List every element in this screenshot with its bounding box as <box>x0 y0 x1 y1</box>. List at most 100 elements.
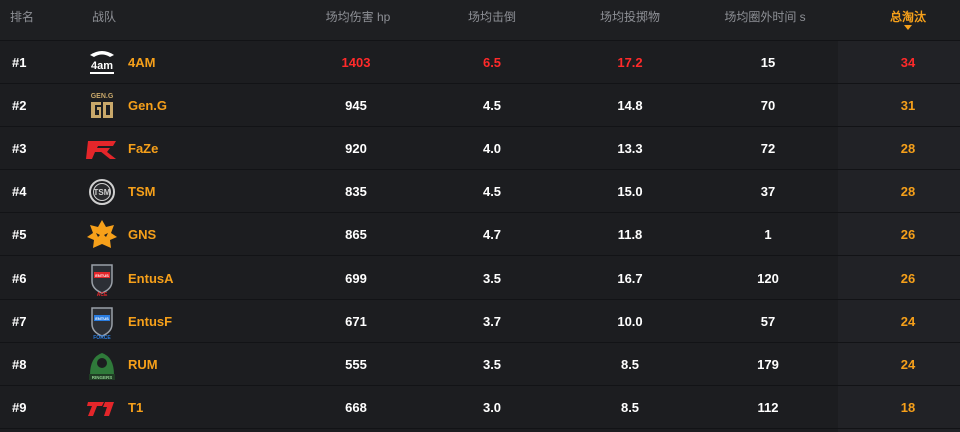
header-total-kills[interactable]: 总淘汰 <box>889 8 927 30</box>
rank-cell: #3 <box>12 141 27 157</box>
damage-cell: 555 <box>345 356 367 372</box>
kills-cell: 6.5 <box>482 55 502 70</box>
tsm-logo-icon: TSM <box>84 174 120 210</box>
kills-cell: 3.7 <box>482 313 502 329</box>
damage-cell: 671 <box>345 313 367 329</box>
team-name[interactable]: RUM <box>128 357 158 372</box>
team-name[interactable]: EntusA <box>128 271 174 286</box>
throws-cell: 17.2 <box>617 55 643 70</box>
header-kills[interactable]: 场均击倒 <box>468 8 516 25</box>
header-throws[interactable]: 场均投掷物 <box>600 8 660 25</box>
team-name[interactable]: Gen.G <box>128 98 167 113</box>
throws-cell: 13.3 <box>617 141 643 157</box>
damage-cell: 920 <box>345 141 367 157</box>
table-row[interactable]: #6 ENTUS ACE EntusA 699 3.5 16.7 120 26 <box>0 257 960 300</box>
svg-text:ENTUS: ENTUS <box>95 316 109 321</box>
rank-cell: #8 <box>12 356 27 372</box>
outside-time-cell: 1 <box>764 227 772 243</box>
damage-cell: 835 <box>345 184 367 200</box>
svg-text:GEN.G: GEN.G <box>91 93 114 100</box>
outside-time-cell: 37 <box>760 184 776 200</box>
t1-logo-icon <box>84 390 120 426</box>
throws-cell: 11.8 <box>617 227 643 243</box>
outside-time-cell: 15 <box>760 55 776 70</box>
throws-cell: 8.5 <box>620 356 640 372</box>
sort-desc-icon <box>903 25 912 30</box>
total-kills-cell: 18 <box>900 399 916 415</box>
total-kills-cell: 31 <box>900 98 916 114</box>
rank-cell: #9 <box>12 399 27 415</box>
rank-cell: #7 <box>12 313 27 329</box>
svg-text:RINGERS: RINGERS <box>92 375 113 380</box>
kills-cell: 4.7 <box>482 227 502 243</box>
header-outside-time[interactable]: 场均圈外时间 s <box>724 8 805 25</box>
damage-cell: 699 <box>345 270 367 286</box>
table-row[interactable]: #4 TSM TSM 835 4.5 15.0 37 28 <box>0 170 960 214</box>
team-stats-table: 排名 战队 场均伤害 hp 场均击倒 场均投掷物 场均圈外时间 s 总淘汰 #1… <box>0 0 960 432</box>
team-name[interactable]: TSM <box>128 184 155 199</box>
team-name[interactable]: T1 <box>128 400 143 415</box>
rum-logo-icon: RINGERS <box>84 347 120 383</box>
4am-logo-icon: 4am <box>84 45 120 81</box>
svg-text:TSM: TSM <box>94 188 111 197</box>
kills-cell: 4.0 <box>482 141 502 157</box>
kills-cell: 3.5 <box>482 270 502 286</box>
damage-cell: 1403 <box>341 55 371 70</box>
rank-cell: #1 <box>12 55 27 70</box>
outside-time-cell: 72 <box>760 141 776 157</box>
total-kills-cell: 26 <box>900 270 916 286</box>
kills-cell: 4.5 <box>482 98 502 114</box>
rank-cell: #5 <box>12 227 27 243</box>
geng-logo-icon: GEN.G <box>84 88 120 124</box>
total-kills-cell: 24 <box>900 356 916 372</box>
outside-time-cell: 112 <box>757 399 779 415</box>
outside-time-cell: 120 <box>757 270 779 286</box>
rank-cell: #6 <box>12 270 27 286</box>
team-name[interactable]: EntusF <box>128 314 172 329</box>
table-header: 排名 战队 场均伤害 hp 场均击倒 场均投掷物 场均圈外时间 s 总淘汰 <box>0 0 960 41</box>
total-kills-cell: 28 <box>900 141 916 157</box>
total-kills-cell: 26 <box>900 227 916 243</box>
total-kills-cell: 34 <box>900 55 916 70</box>
team-name[interactable]: 4AM <box>128 55 155 70</box>
team-name[interactable]: GNS <box>128 227 156 242</box>
entusa-logo-icon: ENTUS ACE <box>84 261 120 298</box>
svg-text:ACE: ACE <box>97 292 108 297</box>
total-kills-cell: 28 <box>900 184 916 200</box>
table-row[interactable]: #3 FaZe 920 4.0 13.3 72 28 <box>0 127 960 171</box>
throws-cell: 16.7 <box>617 270 643 286</box>
gns-logo-icon <box>84 217 120 253</box>
outside-time-cell: 179 <box>757 356 779 372</box>
rank-cell: #4 <box>12 184 27 200</box>
entusf-logo-icon: ENTUS FORCE <box>84 304 120 341</box>
kills-cell: 4.5 <box>482 184 502 200</box>
svg-text:4am: 4am <box>91 60 113 72</box>
throws-cell: 15.0 <box>617 184 643 200</box>
header-damage[interactable]: 场均伤害 hp <box>326 8 391 25</box>
table-row[interactable]: #1 4am 4AM 1403 6.5 17.2 15 34 <box>0 41 960 84</box>
throws-cell: 10.0 <box>617 313 643 329</box>
damage-cell: 865 <box>345 227 367 243</box>
kills-cell: 3.5 <box>482 356 502 372</box>
table-row[interactable]: #8 RINGERS RUM 555 3.5 8.5 179 24 <box>0 343 960 386</box>
damage-cell: 668 <box>345 399 367 415</box>
svg-text:FORCE: FORCE <box>93 335 111 340</box>
rank-cell: #2 <box>12 98 27 114</box>
table-row[interactable]: #9 T1 668 3.0 8.5 112 18 <box>0 386 960 429</box>
outside-time-cell: 70 <box>760 98 776 114</box>
faze-logo-icon <box>84 131 120 167</box>
damage-cell: 945 <box>345 98 367 114</box>
table-row[interactable]: #2 GEN.G Gen.G 945 4.5 14.8 70 31 <box>0 84 960 128</box>
table-row[interactable]: #7 ENTUS FORCE EntusF 671 3.7 10.0 57 24 <box>0 300 960 343</box>
team-name[interactable]: FaZe <box>128 141 158 156</box>
kills-cell: 3.0 <box>482 399 502 415</box>
header-team[interactable]: 战队 <box>92 8 116 25</box>
svg-text:ENTUS: ENTUS <box>95 273 109 278</box>
table-row[interactable]: #5 GNS 865 4.7 11.8 1 26 <box>0 213 960 257</box>
total-kills-cell: 24 <box>900 313 916 329</box>
header-total-kills-label: 总淘汰 <box>889 10 927 24</box>
throws-cell: 8.5 <box>620 399 640 415</box>
throws-cell: 14.8 <box>617 98 643 114</box>
outside-time-cell: 57 <box>760 313 776 329</box>
header-rank[interactable]: 排名 <box>10 8 34 25</box>
